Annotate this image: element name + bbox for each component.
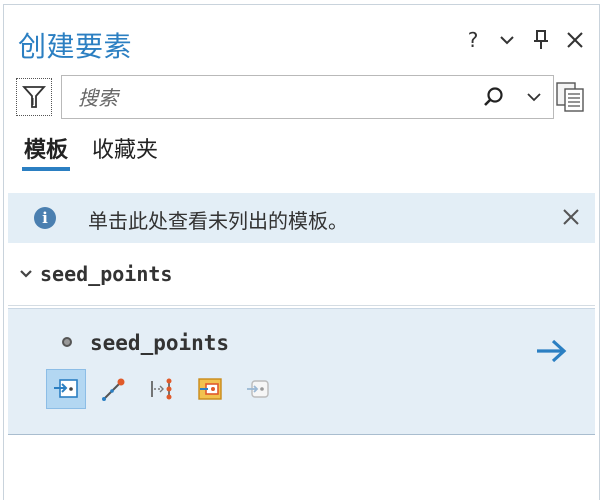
feature-template-item[interactable]: seed_points	[8, 308, 595, 435]
tab-favorites[interactable]: 收藏夹	[90, 135, 160, 171]
point-along-line-icon	[151, 378, 172, 400]
point-tool-button[interactable]	[46, 369, 86, 409]
chevron-down-icon[interactable]	[20, 269, 32, 279]
tab-templates[interactable]: 模板	[22, 135, 71, 171]
xy-point-button[interactable]	[238, 369, 278, 409]
info-message[interactable]: 单击此处查看未列出的模板。	[88, 205, 348, 234]
point-at-center-button[interactable]	[190, 369, 230, 409]
chevron-down-icon	[500, 36, 514, 45]
template-group-header[interactable]: seed_points	[20, 259, 172, 289]
arrow-right-icon[interactable]	[535, 337, 569, 365]
close-icon[interactable]	[559, 204, 583, 230]
create-features-pane: 创建要素 ? 搜索 模板 收藏夹 i 单击此处查看未列出的模板。 seed_po…	[3, 4, 600, 500]
info-bar[interactable]: i 单击此处查看未列出的模板。	[8, 193, 595, 243]
pane-options-dropdown-button[interactable]	[497, 27, 517, 53]
group-label: seed_points	[40, 262, 173, 286]
divider	[8, 305, 595, 306]
chevron-down-icon[interactable]	[524, 89, 544, 107]
close-pane-button[interactable]	[565, 27, 585, 53]
filter-button[interactable]	[16, 78, 52, 116]
search-box	[61, 75, 554, 119]
construction-tools	[46, 369, 278, 409]
point-symbol-icon	[62, 337, 72, 347]
point-along-line-button[interactable]	[142, 369, 182, 409]
point-at-end-of-line-icon	[102, 378, 125, 401]
pane-titlebar: 创建要素 ?	[18, 23, 585, 63]
manage-templates-icon[interactable]	[555, 80, 587, 114]
pane-title: 创建要素	[18, 30, 133, 63]
search-icon[interactable]	[482, 85, 506, 109]
point-at-end-of-line-button[interactable]	[94, 369, 134, 409]
info-icon: i	[34, 207, 56, 229]
pin-icon	[534, 30, 548, 49]
search-input[interactable]	[76, 84, 460, 112]
point-tool-icon	[54, 379, 78, 398]
help-icon: ?	[467, 28, 479, 52]
filter-icon	[22, 86, 46, 108]
tab-strip: 模板 收藏夹	[22, 135, 160, 175]
template-name: seed_points	[90, 331, 230, 355]
pin-button[interactable]	[531, 27, 551, 53]
point-at-center-icon	[198, 378, 222, 400]
help-button[interactable]: ?	[463, 27, 483, 53]
title-actions: ?	[463, 27, 585, 53]
xy-point-icon	[247, 380, 269, 398]
search-row	[16, 75, 587, 121]
close-icon	[567, 32, 583, 48]
